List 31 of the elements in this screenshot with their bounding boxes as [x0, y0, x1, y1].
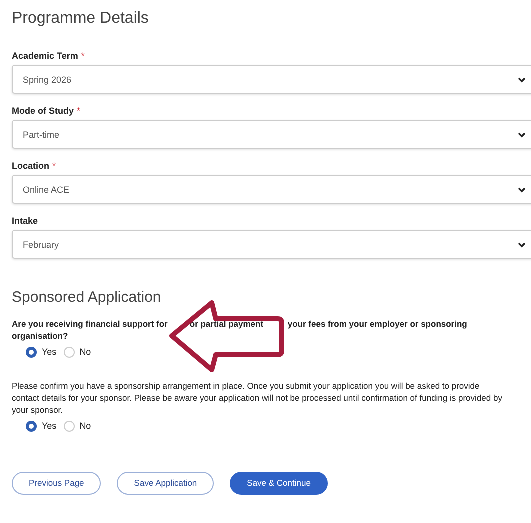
- radio-option[interactable]: Yes: [26, 420, 57, 432]
- section-title: Sponsored Application: [12, 289, 162, 306]
- field-label: Location: [12, 161, 50, 171]
- chevron-down-icon: [518, 242, 526, 248]
- question-text: your fees from your employer or sponsoring: [288, 319, 468, 329]
- radio-option[interactable]: No: [64, 420, 92, 432]
- dropdown[interactable]: Online ACE: [12, 175, 531, 204]
- dropdown[interactable]: February: [12, 230, 531, 259]
- chevron-down-icon: [518, 132, 526, 138]
- radio-button[interactable]: [26, 420, 37, 432]
- field-label: Academic Term: [12, 51, 78, 61]
- required-mark: *: [81, 51, 85, 61]
- action-button[interactable]: Save & Continue: [230, 472, 328, 495]
- radio-button[interactable]: [26, 346, 37, 358]
- question-text: Are you receiving financial support for: [12, 319, 168, 329]
- question-text: Please confirm you have a sponsorship arrangement in place. Once you submit your application you will be asked to provide contact details for your sponsor. Please be aware your application will not be processed until confirmation of funding is provided by your sponsor.: [12, 380, 504, 417]
- dropdown[interactable]: Part-time: [12, 120, 531, 149]
- section-title: Programme Details: [12, 10, 149, 28]
- radio-option[interactable]: Yes: [26, 346, 57, 358]
- question-text: or partial payment: [190, 318, 265, 330]
- radio-option[interactable]: No: [64, 346, 92, 358]
- chevron-down-icon: [518, 186, 526, 192]
- question-text: organisation?: [12, 331, 68, 342]
- required-mark: *: [52, 161, 56, 171]
- required-mark: *: [77, 106, 81, 116]
- field-label: Mode of Study: [12, 106, 74, 116]
- field-label: Intake: [12, 216, 38, 226]
- chevron-down-icon: [518, 76, 526, 82]
- dropdown[interactable]: Spring 2026: [12, 65, 531, 94]
- action-button[interactable]: Previous Page: [12, 472, 102, 495]
- action-button[interactable]: Save Application: [117, 472, 214, 495]
